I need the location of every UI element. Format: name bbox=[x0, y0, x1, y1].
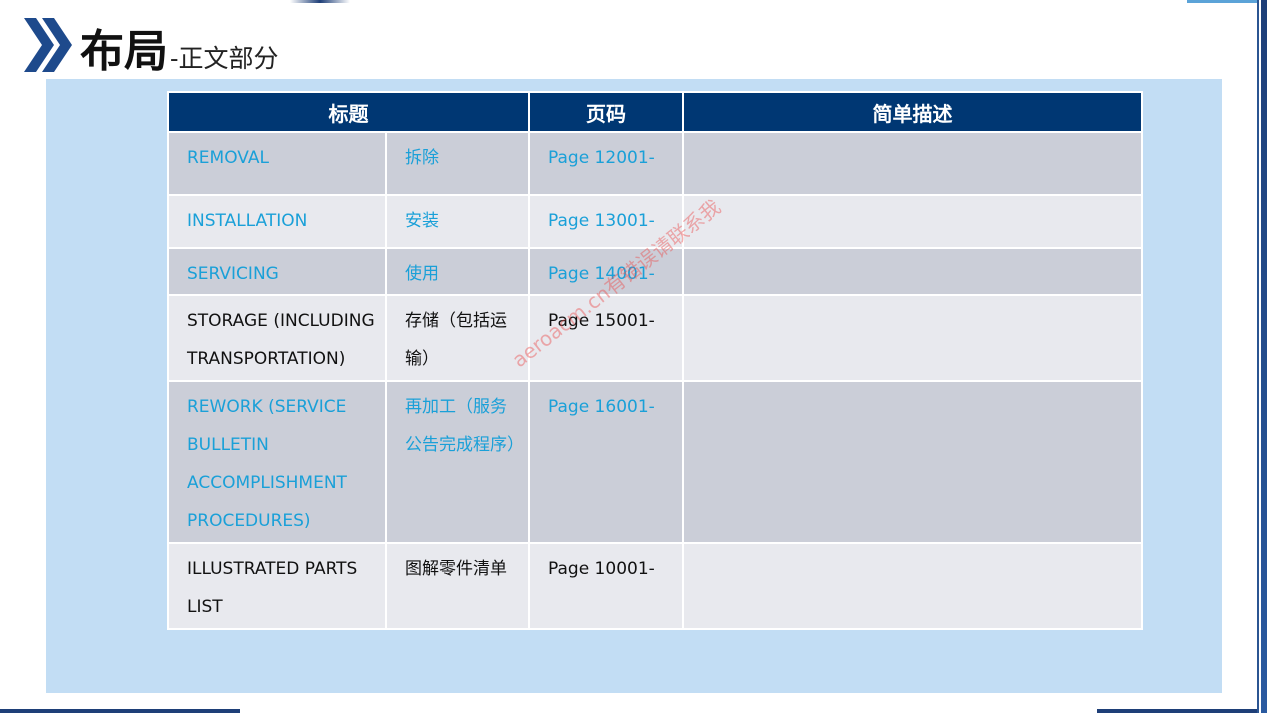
row-description bbox=[682, 542, 1143, 630]
row-title-zh: 安装 bbox=[385, 194, 530, 249]
row-title-zh: 存储（包括运输） bbox=[385, 294, 530, 382]
row-title-zh: 图解零件清单 bbox=[385, 542, 530, 630]
row-title-en: REWORK (SERVICE BULLETIN ACCOMPLISHMENT … bbox=[167, 380, 387, 544]
top-right-decor-tab bbox=[1187, 0, 1257, 3]
table-row: REMOVAL 拆除 Page 12001- bbox=[167, 131, 1143, 196]
page-title-sub: -正文部分 bbox=[170, 44, 279, 73]
row-title-zh: 再加工（服务公告完成程序） bbox=[385, 380, 530, 544]
row-title-en: ILLUSTRATED PARTS LIST bbox=[167, 542, 387, 630]
row-title-en: INSTALLATION bbox=[167, 194, 387, 249]
double-chevron-right-icon bbox=[24, 18, 72, 72]
row-description bbox=[682, 131, 1143, 196]
row-title-en: SERVICING bbox=[167, 247, 387, 296]
row-page: Page 10001- bbox=[528, 542, 684, 630]
row-title-zh: 使用 bbox=[385, 247, 530, 296]
top-decor-strip bbox=[290, 0, 350, 3]
header-description: 简单描述 bbox=[682, 91, 1143, 133]
row-description bbox=[682, 247, 1143, 296]
row-title-en: STORAGE (INCLUDING TRANSPORTATION) bbox=[167, 294, 387, 382]
page-title: 布局 -正文部分 bbox=[80, 18, 278, 74]
row-title-en: REMOVAL bbox=[167, 131, 387, 196]
table-header-row: 标题 页码 简单描述 bbox=[167, 91, 1143, 133]
row-description bbox=[682, 380, 1143, 544]
table-row: STORAGE (INCLUDING TRANSPORTATION) 存储（包括… bbox=[167, 294, 1143, 382]
table-row: REWORK (SERVICE BULLETIN ACCOMPLISHMENT … bbox=[167, 380, 1143, 544]
row-description bbox=[682, 194, 1143, 249]
page-title-main: 布局 bbox=[80, 26, 168, 77]
row-page: Page 13001- bbox=[528, 194, 684, 249]
row-description bbox=[682, 294, 1143, 382]
row-page: Page 15001- bbox=[528, 294, 684, 382]
row-page: Page 16001- bbox=[528, 380, 684, 544]
row-page: Page 12001- bbox=[528, 131, 684, 196]
toc-table: 标题 页码 简单描述 REMOVAL 拆除 Page 12001- INSTAL… bbox=[167, 91, 1143, 630]
row-page: Page 14001- bbox=[528, 247, 684, 296]
bottom-decor-bar-left bbox=[0, 709, 240, 713]
bottom-decor-bar-right bbox=[1097, 709, 1257, 713]
header-page: 页码 bbox=[528, 91, 684, 133]
table-row: INSTALLATION 安装 Page 13001- bbox=[167, 194, 1143, 249]
right-frame-bar bbox=[1261, 0, 1267, 713]
row-title-zh: 拆除 bbox=[385, 131, 530, 196]
header-title: 标题 bbox=[167, 91, 530, 133]
table-row: SERVICING 使用 Page 14001- bbox=[167, 247, 1143, 296]
table-row: ILLUSTRATED PARTS LIST 图解零件清单 Page 10001… bbox=[167, 542, 1143, 630]
